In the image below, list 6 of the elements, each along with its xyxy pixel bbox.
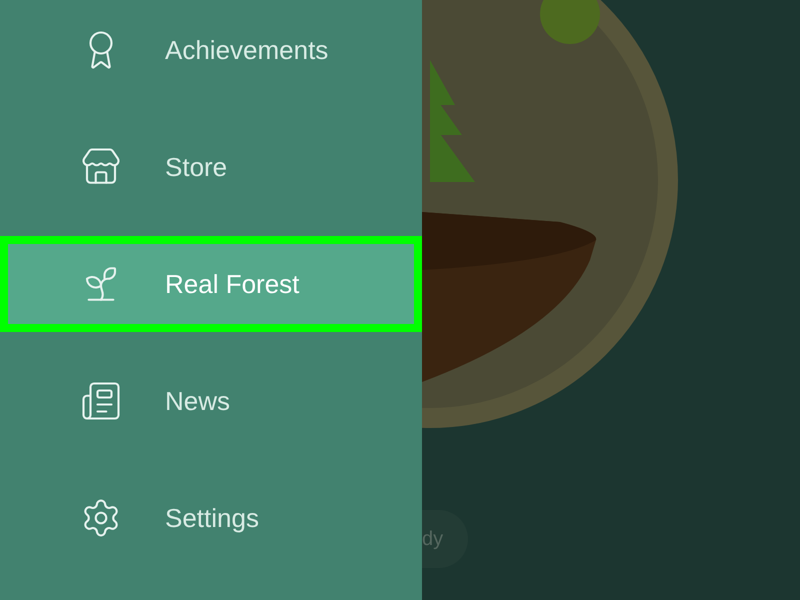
menu-item[interactable]: Achievements [0, 2, 422, 98]
menu-item[interactable]: Real Forest [0, 236, 422, 332]
newspaper-icon [80, 380, 122, 422]
menu-item[interactable]: Settings [0, 470, 422, 566]
menu-item[interactable]: Store [0, 119, 422, 215]
menu-item[interactable]: News [0, 353, 422, 449]
